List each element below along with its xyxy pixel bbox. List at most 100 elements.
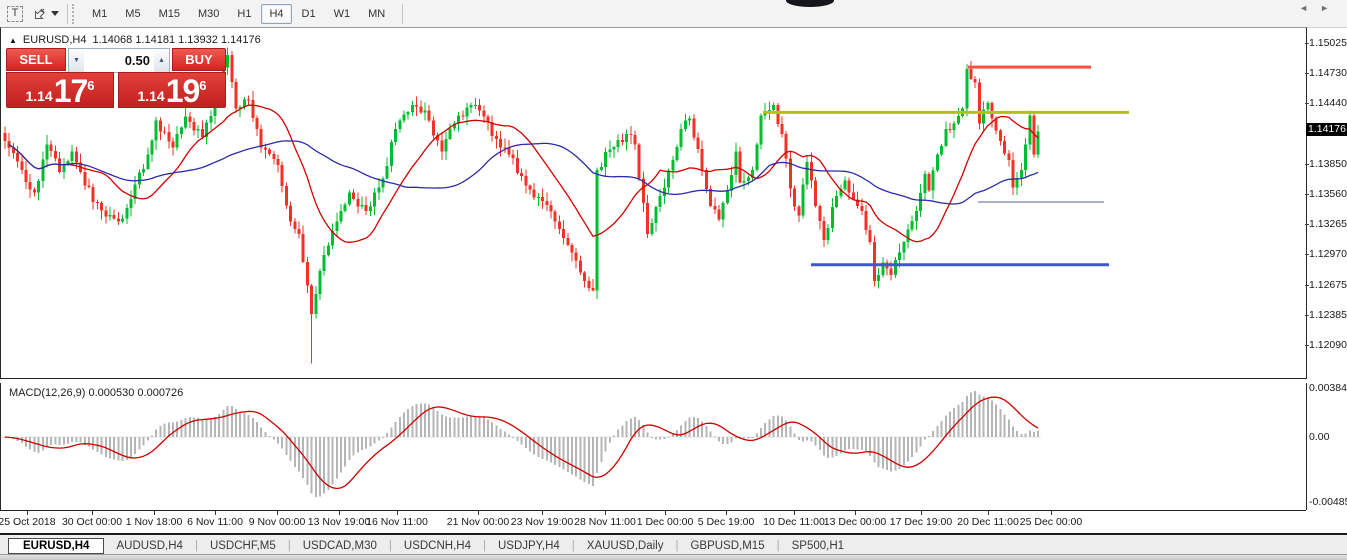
time-tick [542,511,543,515]
price-label: 1.12970 [1309,248,1347,261]
time-label: 25 Dec 00:00 [1019,516,1083,528]
time-tick [794,511,795,515]
macd-indicator-label: MACD(12,26,9) 0.000530 0.000726 [9,387,184,399]
price-label: 1.13560 [1309,187,1347,200]
time-label: 10 Dec 11:00 [763,516,825,528]
volume-increase-button[interactable]: ▲ [154,49,169,72]
tab-scroll-arrows[interactable]: ◄► [1299,3,1341,13]
cursor-tool-icon[interactable] [30,5,48,23]
chart-tab-USDCAD[interactable]: USDCAD,M30 [291,538,389,554]
price-label: 1.13265 [1309,218,1347,231]
time-label: 23 Nov 19:00 [510,516,574,528]
volume-decrease-button[interactable]: ▼ [69,49,84,72]
time-axis[interactable]: 25 Oct 2018 30 Oct 00:00 1 Nov 18:00 6 Nov … [0,510,1306,534]
tab-scroll-right-icon[interactable]: ► [1320,3,1341,13]
time-label: 9 Nov 00:00 [248,516,306,528]
timeframe-W1[interactable]: W1 [326,4,359,24]
sell-button[interactable]: SELL [6,48,66,71]
collapse-icon[interactable]: ▲ [9,36,17,45]
chart-tab-USDJPY[interactable]: USDJPY,H4 [486,538,572,554]
time-tick [726,511,727,515]
macd-scale-zero: 0.00 [1309,431,1330,443]
timeframe-H4[interactable]: H4 [261,3,292,24]
time-label: 1 Nov 18:00 [125,516,183,528]
volume-field[interactable]: 0.50 [84,49,154,72]
timeframe-D1[interactable]: D1 [294,4,324,24]
time-tick [92,511,93,515]
time-tick [27,511,28,515]
time-tick [605,511,606,515]
time-label: 21 Nov 00:00 [446,516,510,528]
time-tick [921,511,922,515]
mt4-window: T M1 M5 M15 M30 H1 H4 D1 W1 MN ▲ EURUSD,H4 1.140… [0,0,1347,560]
time-tick [1051,511,1052,515]
time-label: 13 Dec 00:00 [823,516,887,528]
timeframe-M30[interactable]: M30 [190,4,227,24]
time-label: 1 Dec 00:00 [636,516,694,528]
time-tick [154,511,155,515]
time-tick [397,511,398,515]
buy-button[interactable]: BUY [172,48,226,71]
chart-tab-GBPUSD[interactable]: GBPUSD,M15 [678,538,776,554]
time-label: 30 Oct 00:00 [61,516,123,528]
time-label: 6 Nov 11:00 [187,516,243,528]
symbol-label: EURUSD,H4 [22,34,87,46]
timeframe-M15[interactable]: M15 [151,4,188,24]
chart-tab-SP500[interactable]: SP500,H1 [780,538,856,554]
chart-tab-USDCHF[interactable]: USDCHF,M5 [198,538,288,554]
one-click-trading-panel: SELL ▼ 0.50 ▲ BUY 1.14 17 6 1.14 19 6 [6,48,226,108]
time-label: 16 Nov 11:00 [366,516,428,528]
time-label: 20 Dec 11:00 [957,516,1019,528]
time-tick [855,511,856,515]
time-tick [339,511,340,515]
bottom-strip [0,554,1347,560]
price-label: 1.12090 [1309,339,1347,352]
timeframe-M1[interactable]: M1 [84,4,115,24]
buy-price-panel[interactable]: 1.14 19 6 [118,72,226,108]
chevron-down-icon[interactable] [51,11,59,16]
time-tick [478,511,479,515]
sell-price-main: 17 [53,73,89,109]
sell-price-prefix: 1.14 [25,88,53,104]
time-label: 25 Oct 2018 [0,516,56,528]
time-tick [215,511,216,515]
timeframe-group: M1 M5 M15 M30 H1 H4 D1 W1 MN [83,0,394,27]
price-label: 1.12385 [1309,308,1347,321]
toolbar-separator [67,3,68,24]
timeframe-M5[interactable]: M5 [117,4,148,24]
chart-tab-USDCNH[interactable]: USDCNH,H4 [392,538,483,554]
buy-price-prefix: 1.14 [137,88,165,104]
time-label: 28 Nov 11:00 [574,516,636,528]
macd-chart[interactable] [1,383,1304,509]
time-tick [277,511,278,515]
price-label: 1.13850 [1309,157,1347,170]
sell-price-panel[interactable]: 1.14 17 6 [6,72,114,108]
ohlc-values: 1.14068 1.14181 1.13932 1.14176 [92,34,261,46]
current-price-tag: 1.14176 [1306,123,1347,137]
macd-scale-top: 0.003847 [1309,382,1347,394]
toolbar: T M1 M5 M15 M30 H1 H4 D1 W1 MN [0,0,1347,28]
chart-tab-bar: EURUSD,H4 AUDUSD,H4 | USDCHF,M5 | USDCAD,M30 |… [0,533,1347,556]
price-chart-pane[interactable]: ▲ EURUSD,H4 1.14068 1.14181 1.13932 1.14… [0,27,1307,379]
price-label: 1.12675 [1309,278,1347,291]
selection-tool-icon[interactable]: T [6,5,24,23]
time-label: 5 Dec 19:00 [697,516,755,528]
chart-tab-XAUUSD[interactable]: XAUUSD,Daily [575,538,676,554]
toolbar-separator [402,3,404,24]
macd-scale-bottom: -0.004856 [1309,496,1347,508]
timeframe-MN[interactable]: MN [360,4,393,24]
sell-price-sup: 6 [87,78,95,93]
timeframe-H1[interactable]: H1 [229,4,259,24]
tab-scroll-left-icon[interactable]: ◄ [1299,3,1320,13]
time-tick [665,511,666,515]
buy-price-main: 19 [165,73,201,109]
macd-pane[interactable]: MACD(12,26,9) 0.000530 0.000726 [0,383,1307,510]
chart-tab-EURUSD[interactable]: EURUSD,H4 [8,537,105,554]
time-label: 13 Nov 19:00 [307,516,371,528]
chart-tab-AUDUSD[interactable]: AUDUSD,H4 [104,538,194,554]
buy-price-sup: 6 [199,78,207,93]
price-label: 1.14730 [1309,67,1347,80]
toolbar-grip[interactable] [72,3,77,24]
time-label: 17 Dec 19:00 [889,516,953,528]
price-label: 1.15025 [1309,37,1347,49]
